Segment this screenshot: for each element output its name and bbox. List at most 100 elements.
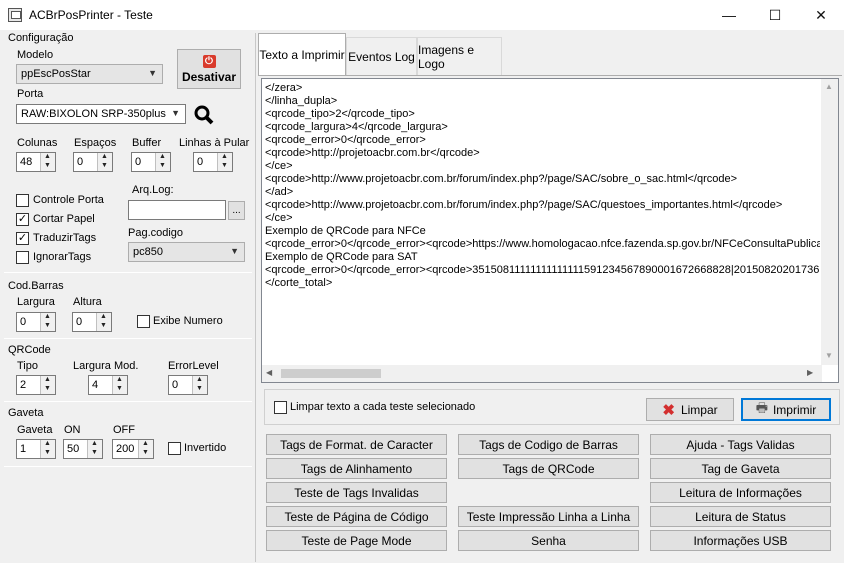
spin-arrows-icon[interactable]: ▲ ▼: [40, 440, 55, 458]
espacos-spin[interactable]: 0 ▲ ▼: [73, 152, 113, 172]
off-label: OFF: [113, 424, 135, 436]
arqlog-label: Arq.Log:: [132, 184, 174, 196]
traduzir-tags-checkbox[interactable]: ✓: [16, 232, 29, 245]
limpar-texto-checkbox[interactable]: [274, 401, 287, 414]
spin-arrows-icon[interactable]: ▲ ▼: [138, 440, 153, 458]
teste-linha-a-linha-button[interactable]: Teste Impressão Linha a Linha: [458, 506, 639, 527]
qr-tipo-label: Tipo: [17, 360, 38, 372]
tab-eventos-log[interactable]: Eventos Log: [346, 37, 417, 75]
spin-arrows-icon[interactable]: ▲ ▼: [192, 376, 207, 394]
porta-select[interactable]: RAW:BIXOLON SRP-350plus ▼: [16, 104, 186, 124]
red-x-icon: ✖: [662, 401, 675, 419]
teste-page-mode-button[interactable]: Teste de Page Mode: [266, 530, 447, 551]
tags-qrcode-button[interactable]: Tags de QRCode: [458, 458, 639, 479]
arqlog-input[interactable]: [128, 200, 226, 220]
desativar-label: Desativar: [181, 69, 237, 84]
window-title: ACBrPosPrinter - Teste: [29, 8, 153, 22]
qr-tipo-spin[interactable]: 2 ▲ ▼: [16, 375, 56, 395]
scroll-down-icon[interactable]: ▼: [825, 351, 833, 360]
memo-line: <qrcode_largura>4</qrcode_largura>: [265, 121, 448, 133]
spin-arrows-icon[interactable]: ▲ ▼: [40, 153, 55, 171]
tab-imagens-logo[interactable]: Imagens e Logo: [417, 37, 502, 75]
tags-format-caracter-button[interactable]: Tags de Format. de Caracter: [266, 434, 447, 455]
spin-arrows-icon[interactable]: ▲ ▼: [40, 313, 55, 331]
on-spin[interactable]: 50 ▲ ▼: [63, 439, 103, 459]
spin-arrows-icon[interactable]: ▲ ▼: [112, 376, 127, 394]
ignorar-tags-checkbox[interactable]: [16, 251, 29, 264]
modelo-select[interactable]: ppEscPosStar ▼: [16, 64, 163, 84]
qrcode-group-label: QRCode: [8, 344, 51, 356]
search-port-button[interactable]: [193, 104, 215, 126]
on-value: 50: [67, 443, 80, 455]
memo-line: </ce>: [265, 212, 293, 224]
spin-arrows-icon[interactable]: ▲ ▼: [97, 153, 112, 171]
leitura-status-button[interactable]: Leitura de Status: [650, 506, 831, 527]
vertical-scrollbar[interactable]: ▲ ▼: [821, 79, 838, 365]
informacoes-usb-button[interactable]: Informações USB: [650, 530, 831, 551]
exibe-numero-checkbox[interactable]: [137, 315, 150, 328]
exibe-numero-label: Exibe Numero: [153, 315, 223, 327]
spin-arrows-icon[interactable]: ▲ ▼: [155, 153, 170, 171]
teste-tags-invalidas-button[interactable]: Teste de Tags Invalidas: [266, 482, 447, 503]
tag-gaveta-button[interactable]: Tag de Gaveta: [650, 458, 831, 479]
espacos-value: 0: [77, 156, 84, 168]
controle-porta-label: Controle Porta: [33, 194, 104, 206]
senha-button[interactable]: Senha: [458, 530, 639, 551]
maximize-button[interactable]: ☐: [752, 0, 798, 30]
splitter[interactable]: [255, 33, 256, 562]
colunas-label: Colunas: [17, 137, 58, 149]
divider: [4, 466, 252, 467]
memo-text: </zera> </linha_dupla> <qrcode_tipo>2</qrc…: [265, 82, 820, 362]
limpar-texto-label: Limpar texto a cada teste selecionado: [290, 401, 476, 413]
spin-arrows-icon[interactable]: ▲ ▼: [217, 153, 232, 171]
controle-porta-checkbox[interactable]: [16, 194, 29, 207]
spin-arrows-icon[interactable]: ▲ ▼: [40, 376, 55, 394]
limpar-button[interactable]: ✖ Limpar: [646, 398, 734, 421]
memo-line: <qrcode_tipo>2</qrcode_tipo>: [265, 108, 415, 120]
imprimir-button[interactable]: 🖶 Imprimir: [741, 398, 831, 421]
tags-alinhamento-button[interactable]: Tags de Alinhamento: [266, 458, 447, 479]
porta-label: Porta: [17, 88, 44, 100]
cortar-papel-label: Cortar Papel: [33, 213, 95, 225]
modelo-value: ppEscPosStar: [21, 68, 91, 80]
qr-largura-value: 4: [92, 379, 99, 391]
spin-arrows-icon[interactable]: ▲ ▼: [87, 440, 102, 458]
scroll-thumb[interactable]: [281, 369, 381, 378]
horizontal-scrollbar[interactable]: ◀ ▶: [262, 365, 822, 382]
cortar-papel-checkbox[interactable]: ✓: [16, 213, 29, 226]
buffer-spin[interactable]: 0 ▲ ▼: [131, 152, 171, 172]
tab-texto-imprimir[interactable]: Texto a Imprimir: [258, 33, 346, 76]
qr-error-spin[interactable]: 0 ▲ ▼: [168, 375, 208, 395]
printer-icon: 🖶: [755, 399, 768, 415]
colunas-spin[interactable]: 48 ▲ ▼: [16, 152, 56, 172]
pagcodigo-select[interactable]: pc850 ▼: [128, 242, 245, 262]
gaveta-group-label: Gaveta: [8, 407, 44, 419]
scroll-up-icon[interactable]: ▲: [825, 82, 833, 91]
tags-codigo-barras-button[interactable]: Tags de Codigo de Barras: [458, 434, 639, 455]
desativar-button[interactable]: ⏻ Desativar: [177, 49, 241, 89]
gaveta-spin[interactable]: 1 ▲ ▼: [16, 439, 56, 459]
linhas-value: 0: [197, 156, 204, 168]
ajuda-tags-button[interactable]: Ajuda - Tags Validas: [650, 434, 831, 455]
linhas-spin[interactable]: 0 ▲ ▼: [193, 152, 233, 172]
scroll-left-icon[interactable]: ◀: [266, 368, 272, 377]
text-to-print-memo[interactable]: </zera> </linha_dupla> <qrcode_tipo>2</qrc…: [261, 78, 839, 383]
close-button[interactable]: ✕: [798, 0, 844, 30]
linhas-label: Linhas à Pular: [179, 137, 250, 149]
search-icon: [194, 105, 214, 125]
qr-largura-spin[interactable]: 4 ▲ ▼: [88, 375, 128, 395]
chevron-down-icon: ▼: [148, 68, 157, 78]
cb-altura-label: Altura: [73, 296, 102, 308]
scroll-right-icon[interactable]: ▶: [807, 368, 813, 377]
teste-pagina-codigo-button[interactable]: Teste de Página de Código: [266, 506, 447, 527]
invertido-checkbox[interactable]: [168, 442, 181, 455]
cb-altura-spin[interactable]: 0 ▲ ▼: [72, 312, 112, 332]
off-spin[interactable]: 200 ▲ ▼: [112, 439, 154, 459]
minimize-button[interactable]: —: [706, 0, 752, 30]
arqlog-browse-button[interactable]: ...: [228, 201, 245, 220]
app-icon: [8, 8, 22, 22]
spin-arrows-icon[interactable]: ▲ ▼: [96, 313, 111, 331]
cb-largura-spin[interactable]: 0 ▲ ▼: [16, 312, 56, 332]
on-label: ON: [64, 424, 81, 436]
leitura-informacoes-button[interactable]: Leitura de Informações: [650, 482, 831, 503]
